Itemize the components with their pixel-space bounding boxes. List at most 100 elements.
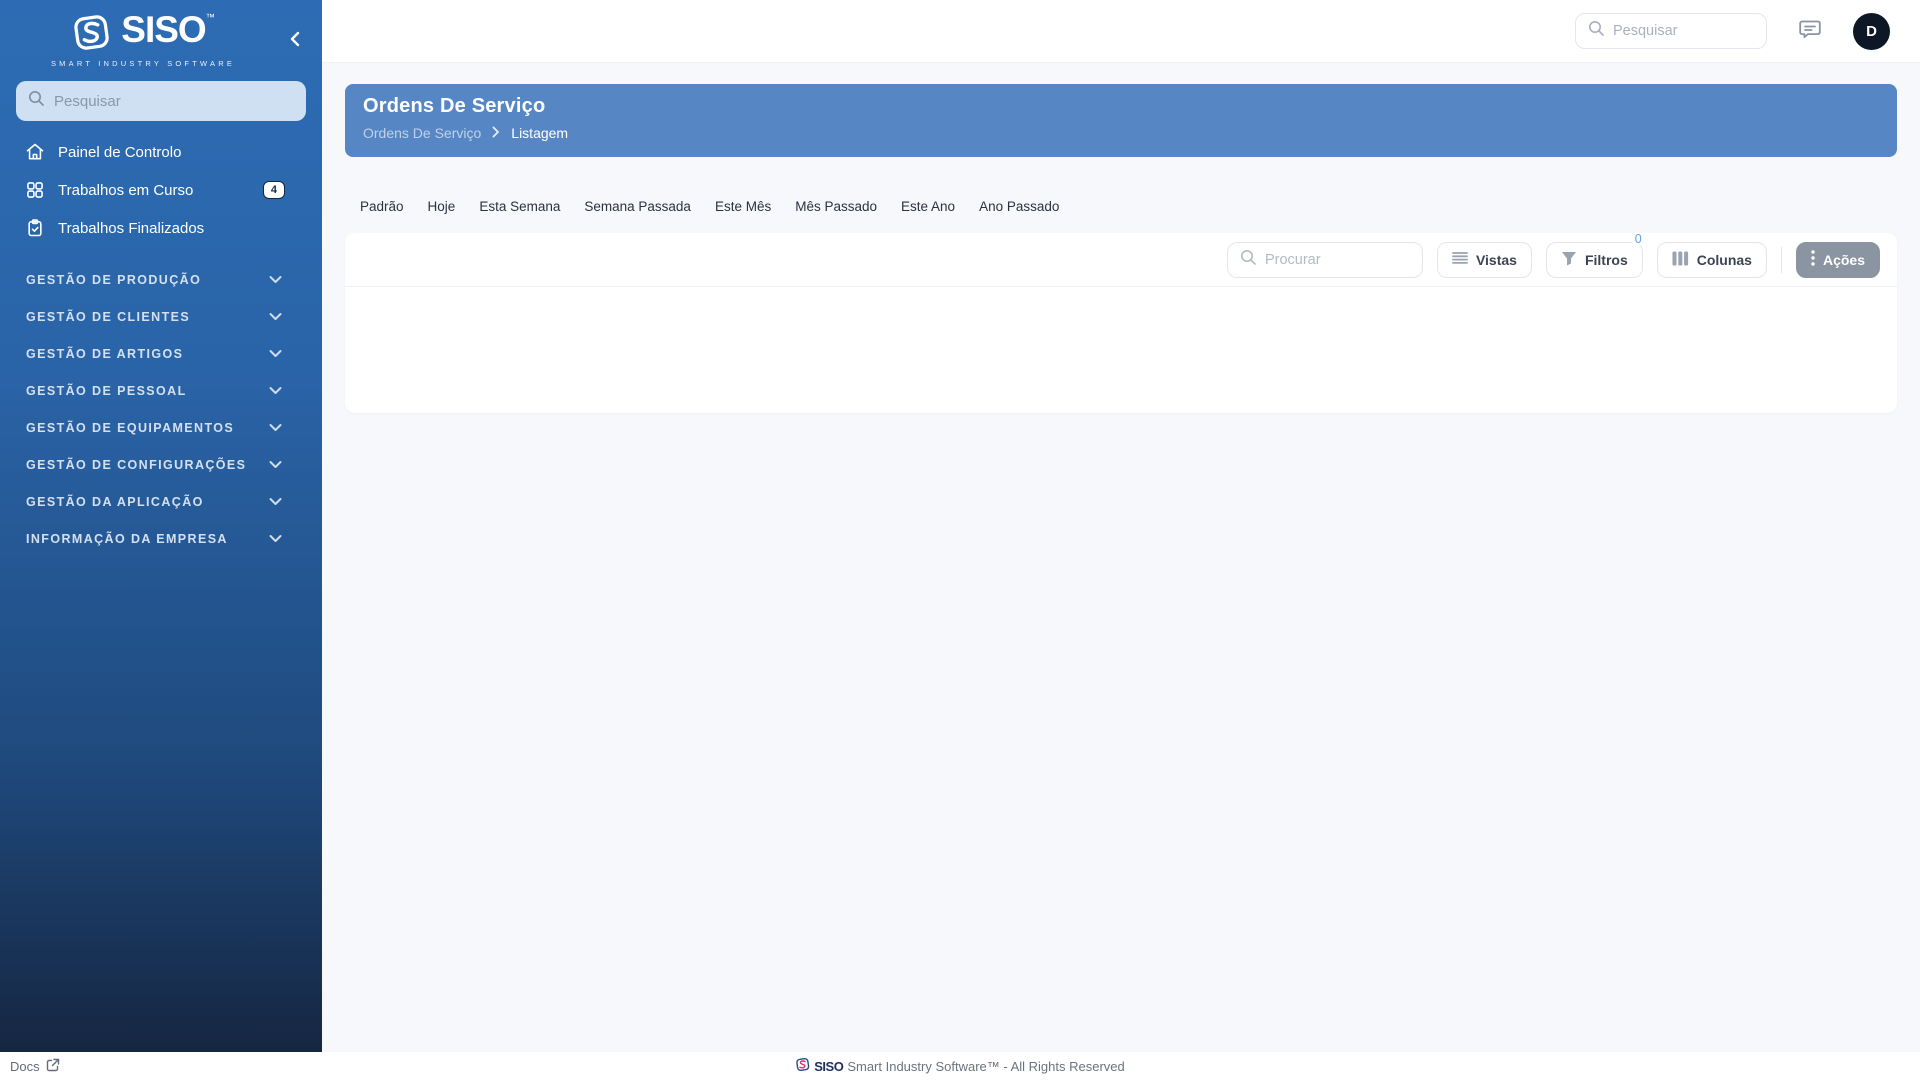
chevron-down-icon [269,273,282,287]
content-row: SISO™ SMART INDUSTRY SOFTWARE Painel de … [0,0,1920,1052]
footer-copyright-text: Smart Industry Software™ - All Rights Re… [847,1058,1125,1074]
sidebar-nav: Painel de Controlo Trabalhos em Curso 4 … [0,133,322,247]
colunas-button[interactable]: Colunas [1656,241,1767,278]
list-search-input[interactable] [1264,251,1410,268]
logo-tm: ™ [205,12,215,22]
sidebar-section-gestao-de-artigos[interactable]: GESTÃO DE ARTIGOS [0,335,322,372]
acoes-label: Ações [1822,251,1865,268]
sidebar-item-trabalhos-finalizados[interactable]: Trabalhos Finalizados [0,209,322,247]
tab-semana-passada[interactable]: Semana Passada [584,199,691,214]
section-label: INFORMAÇÃO DA EMPRESA [26,531,228,546]
list-card: Vistas 0 Filtros [345,231,1897,413]
sidebar-item-label: Trabalhos Finalizados [58,219,205,237]
app-window: SISO™ SMART INDUSTRY SOFTWARE Painel de … [0,0,1920,1080]
section-label: GESTÃO DE CLIENTES [26,309,191,324]
filters-count-badge: 0 [1631,231,1645,246]
topbar: D [322,0,1920,63]
sidebar-sections: GESTÃO DE PRODUÇÃO GESTÃO DE CLIENTES GE… [0,261,322,557]
toolbar-divider [1780,246,1782,273]
sidebar-item-label: Trabalhos em Curso [58,181,194,199]
main-area: D Ordens De Serviço Ordens De Serviço Li… [322,0,1920,1052]
avatar-initial: D [1866,22,1877,40]
chevron-down-icon [269,495,282,509]
vistas-label: Vistas [1475,251,1517,268]
page-content: Ordens De Serviço Ordens De Serviço List… [322,63,1920,413]
section-label: GESTÃO DA APLICAÇÃO [26,494,204,509]
chevron-right-icon [492,125,500,141]
tab-esta-semana[interactable]: Esta Semana [479,199,560,214]
sidebar-section-gestao-de-equipamentos[interactable]: GESTÃO DE EQUIPAMENTOS [0,409,322,446]
home-icon [25,142,45,162]
section-label: GESTÃO DE ARTIGOS [26,346,184,361]
tab-mes-passado[interactable]: Mês Passado [795,199,877,214]
acoes-button[interactable]: Ações [1795,241,1880,278]
vistas-button[interactable]: Vistas [1436,241,1532,278]
sidebar: SISO™ SMART INDUSTRY SOFTWARE Painel de … [0,0,322,1052]
section-label: GESTÃO DE EQUIPAMENTOS [26,420,235,435]
sidebar-search [16,81,306,121]
chevron-down-icon [269,458,282,472]
empty-list-body [345,287,1897,413]
clipboard-check-icon [25,218,45,238]
footer-copyright: SISO Smart Industry Software™ - All Righ… [795,1057,1125,1075]
views-list-icon [1452,251,1468,268]
chevron-left-icon [288,31,302,52]
footer-brand: SISO [814,1058,844,1074]
breadcrumb: Ordens De Serviço Listagem [363,125,1879,141]
in-progress-count-badge: 4 [262,181,285,199]
page-header-banner: Ordens De Serviço Ordens De Serviço List… [345,84,1897,157]
logo-subtitle: SMART INDUSTRY SOFTWARE [50,59,236,68]
chevron-down-icon [269,532,282,546]
tab-este-mes[interactable]: Este Mês [715,199,771,214]
siso-logo-icon [71,12,113,59]
chevron-down-icon [269,310,282,324]
sidebar-section-gestao-da-aplicacao[interactable]: GESTÃO DA APLICAÇÃO [0,483,322,520]
chat-icon [1797,16,1823,47]
sidebar-section-gestao-de-clientes[interactable]: GESTÃO DE CLIENTES [0,298,322,335]
docs-label: Docs [10,1058,40,1074]
chevron-down-icon [269,421,282,435]
breadcrumb-parent[interactable]: Ordens De Serviço [363,125,481,141]
global-search-input[interactable] [1613,23,1754,39]
sidebar-section-informacao-da-empresa[interactable]: INFORMAÇÃO DA EMPRESA [0,520,322,557]
sidebar-logo[interactable]: SISO™ SMART INDUSTRY SOFTWARE [0,0,286,69]
messages-button[interactable] [1797,16,1823,47]
page-title: Ordens De Serviço [363,95,546,117]
section-label: GESTÃO DE PRODUÇÃO [26,272,202,287]
sidebar-section-gestao-de-configuracoes[interactable]: GESTÃO DE CONFIGURAÇÕES [0,446,322,483]
filtros-button[interactable]: 0 Filtros [1545,231,1645,278]
search-icon [1240,249,1257,271]
tab-este-ano[interactable]: Este Ano [901,199,955,214]
footer: Docs SISO Smart Industry Software™ - All… [0,1052,1920,1080]
tab-hoje[interactable]: Hoje [428,199,456,214]
user-avatar[interactable]: D [1853,12,1890,50]
sidebar-collapse-button[interactable] [284,30,306,52]
section-label: GESTÃO DE CONFIGURAÇÕES [26,457,247,472]
docs-link[interactable]: Docs [10,1058,60,1075]
breadcrumb-current: Listagem [511,125,569,141]
search-icon [28,90,45,112]
sidebar-section-gestao-de-pessoal[interactable]: GESTÃO DE PESSOAL [0,372,322,409]
list-toolbar: Vistas 0 Filtros [345,231,1897,287]
date-filter-tabs: Padrão Hoje Esta Semana Semana Passada E… [345,199,1897,214]
sidebar-section-gestao-de-producao[interactable]: GESTÃO DE PRODUÇÃO [0,261,322,298]
sidebar-item-painel-de-controlo[interactable]: Painel de Controlo [0,133,322,171]
sidebar-item-trabalhos-em-curso[interactable]: Trabalhos em Curso 4 [0,171,322,209]
columns-icon [1672,251,1689,269]
list-search [1226,241,1423,278]
tab-padrao[interactable]: Padrão [360,199,404,214]
filter-funnel-icon [1561,251,1577,269]
colunas-label: Colunas [1696,251,1752,268]
chevron-down-icon [269,347,282,361]
logo-title: SISO [121,9,206,50]
tab-ano-passado[interactable]: Ano Passado [979,199,1059,214]
kebab-menu-icon [1811,250,1815,269]
chevron-down-icon [269,384,282,398]
section-label: GESTÃO DE PESSOAL [26,383,187,398]
sidebar-item-label: Painel de Controlo [58,143,182,161]
filtros-label: Filtros [1584,251,1628,268]
grid-icon [25,180,45,200]
siso-footer-logo-icon [795,1057,810,1075]
sidebar-search-input[interactable] [54,92,294,110]
search-icon [1588,20,1605,42]
